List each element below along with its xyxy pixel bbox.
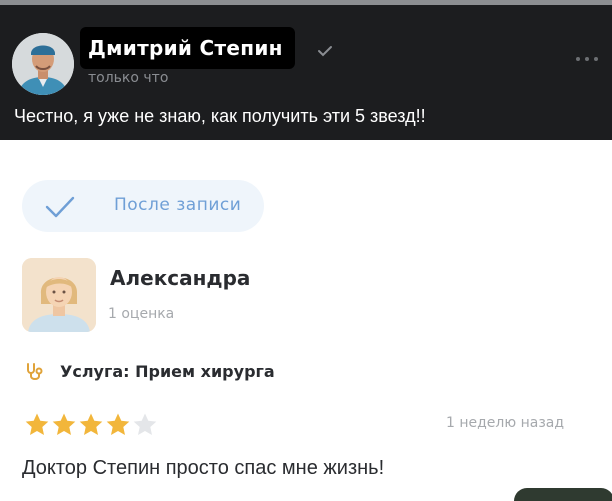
corner-action-button[interactable] — [514, 488, 612, 501]
reviewer-avatar-icon — [22, 258, 96, 332]
badge-label: После записи — [114, 195, 242, 215]
top-divider — [0, 0, 612, 5]
star-empty-icon — [133, 413, 157, 435]
more-dots-icon[interactable] — [572, 52, 602, 66]
doctor-avatar-icon — [12, 33, 74, 95]
author-avatar[interactable] — [12, 33, 74, 95]
star-filled-icon — [52, 413, 76, 435]
post-time: только что — [88, 70, 169, 86]
service-name: Услуга: Прием хирурга — [60, 362, 275, 381]
author-name-box[interactable]: Дмитрий Степин — [80, 27, 295, 69]
author-name[interactable]: Дмитрий Степин — [88, 36, 283, 60]
rating-stars — [24, 412, 158, 437]
post-header: Дмитрий Степин только что Честно, я уже … — [0, 0, 612, 140]
after-visit-badge: После записи — [22, 180, 264, 232]
reviewer-rating-count: 1 оценка — [108, 306, 175, 322]
stethoscope-icon — [27, 363, 43, 380]
check-icon — [318, 46, 332, 57]
star-filled-icon — [79, 413, 103, 435]
reviewer-name: Александра — [110, 266, 251, 290]
check-icon — [45, 196, 75, 218]
star-filled-icon — [25, 413, 49, 435]
star-filled-icon — [106, 413, 130, 435]
reviewer-avatar — [22, 258, 96, 332]
review-date: 1 неделю назад — [446, 415, 565, 431]
review-text: Доктор Степин просто спас мне жизнь! — [22, 457, 385, 479]
post-text: Честно, я уже не знаю, как получить эти … — [14, 106, 426, 126]
